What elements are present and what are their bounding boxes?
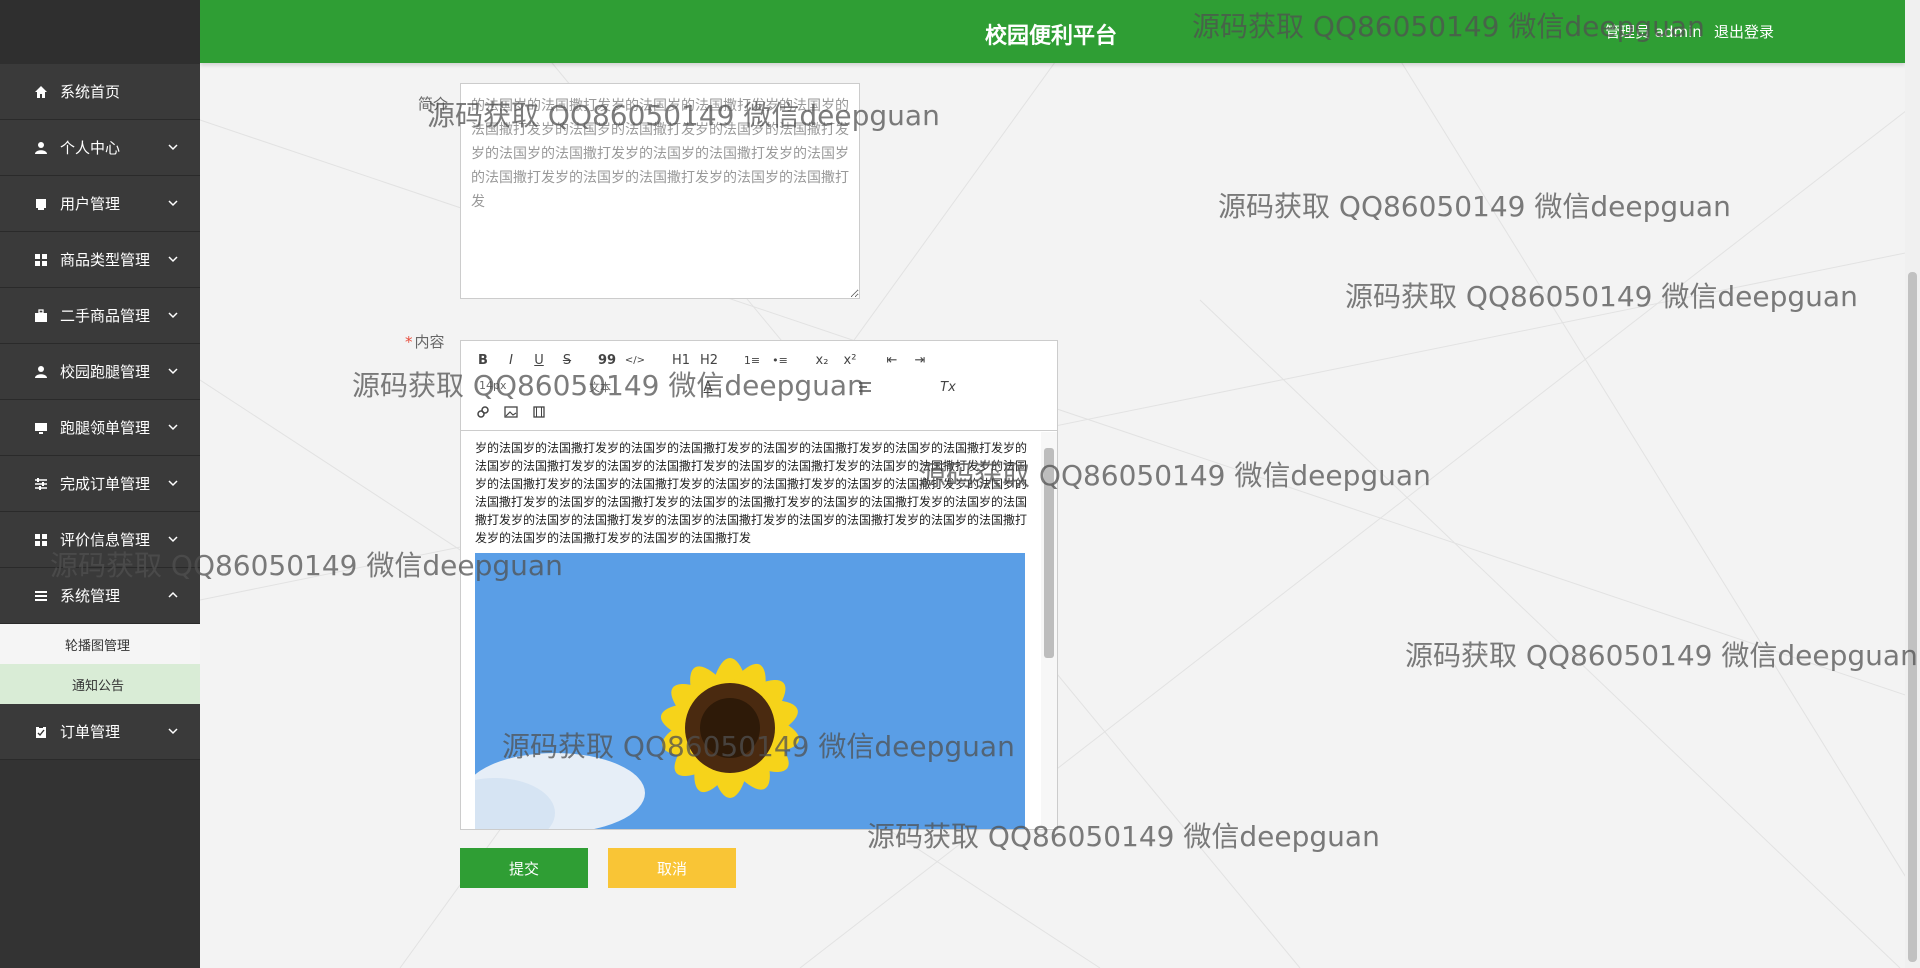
grid-icon [32, 251, 50, 269]
user-card-icon [32, 195, 50, 213]
video-icon [533, 406, 545, 418]
sidebar-item-personal-center[interactable]: 个人中心 [0, 120, 200, 176]
chevron-down-icon [168, 312, 178, 319]
chevron-up-icon [168, 591, 178, 598]
code-button[interactable]: </> [624, 349, 646, 371]
image-icon [504, 406, 518, 418]
chevron-down-icon [168, 368, 178, 375]
font-family-select[interactable]: 文本 [589, 379, 611, 395]
superscript-button[interactable]: x² [839, 349, 861, 371]
required-mark: * [405, 333, 413, 351]
sunflower-image [475, 553, 1025, 829]
content-label: * 内容 [405, 331, 445, 352]
content-label-text: 内容 [414, 333, 445, 351]
list-icon [32, 587, 50, 605]
sidebar-item-label: 系统管理 [60, 587, 121, 605]
person-icon [32, 363, 50, 381]
submit-button[interactable]: 提交 [460, 848, 588, 888]
page-title: 校园便利平台 [985, 24, 1118, 49]
h1-button[interactable]: H1 [670, 349, 692, 371]
bullet-list-button[interactable]: •≡ [769, 349, 791, 371]
link-button[interactable] [472, 401, 494, 423]
sidebar-item-home[interactable]: 系统首页 [0, 64, 200, 120]
align-button[interactable] [854, 376, 876, 398]
quote-button[interactable]: 99 [596, 349, 618, 371]
sidebar-item-errand[interactable]: 校园跑腿管理 [0, 344, 200, 400]
home-icon [32, 83, 50, 101]
clear-format-button[interactable]: Tx [937, 376, 959, 398]
page-scrollbar[interactable] [1905, 0, 1920, 968]
strike-button[interactable]: S [556, 349, 578, 371]
font-size-select[interactable]: 14px [479, 379, 507, 392]
sidebar-item-orders[interactable]: 订单管理 [0, 704, 200, 760]
chevron-down-icon [168, 144, 178, 151]
background-pattern [200, 0, 1920, 968]
clipboard-icon [32, 723, 50, 741]
sliders-icon [32, 475, 50, 493]
subscript-button[interactable]: x₂ [811, 349, 833, 371]
submenu-item-notice[interactable]: 通知公告 [0, 664, 200, 704]
editor-text: 岁的法国岁的法国撒打发岁的法国岁的法国撒打发岁的法国岁的法国撒打发岁的法国岁的法… [475, 441, 1028, 545]
sidebar-item-label: 用户管理 [60, 195, 121, 213]
sidebar-item-label: 系统首页 [60, 83, 121, 101]
page-scrollbar-thumb[interactable] [1908, 272, 1917, 962]
current-user: 管理员 admin [1605, 23, 1702, 41]
sidebar-item-label: 二手商品管理 [60, 307, 151, 325]
font-color-button[interactable]: A [697, 376, 719, 398]
sidebar-item-label: 跑腿领单管理 [60, 419, 151, 437]
submenu-item-carousel[interactable]: 轮播图管理 [0, 624, 200, 664]
image-button[interactable] [500, 401, 522, 423]
underline-button[interactable]: U [528, 349, 550, 371]
sidebar-item-errand-orders[interactable]: 跑腿领单管理 [0, 400, 200, 456]
indent-button[interactable]: ⇥ [909, 349, 931, 371]
sidebar-item-label: 订单管理 [60, 723, 121, 741]
cancel-button[interactable]: 取消 [608, 848, 736, 888]
ordered-list-button[interactable]: 1≡ [741, 349, 763, 371]
sidebar-item-system[interactable]: 系统管理 [0, 568, 200, 624]
logout-link[interactable]: 退出登录 [1714, 21, 1774, 42]
sunflower-picture [475, 553, 1025, 829]
editor-toolbar: B I U S 99 </> H1 H2 1≡ •≡ x₂ x² ⇤ ⇥ 14p… [461, 341, 1057, 431]
chevron-down-icon [168, 480, 178, 487]
intro-textarea[interactable]: 的法国岁的法国撒打发岁的法国岁的法国撒打发岁的法国岁的法国撒打发岁的法国岁的法国… [460, 83, 860, 299]
sidebar-item-label: 校园跑腿管理 [60, 363, 151, 381]
h2-button[interactable]: H2 [698, 349, 720, 371]
grid-icon [32, 531, 50, 549]
bold-button[interactable]: B [472, 349, 494, 371]
italic-button[interactable]: I [500, 349, 522, 371]
sidebar-item-product-type[interactable]: 商品类型管理 [0, 232, 200, 288]
chevron-down-icon [168, 728, 178, 735]
monitor-icon [32, 419, 50, 437]
editor-content[interactable]: 岁的法国岁的法国撒打发岁的法国岁的法国撒打发岁的法国岁的法国撒打发岁的法国岁的法… [461, 431, 1043, 829]
intro-label: 简介 [418, 95, 449, 113]
sidebar-item-label: 评价信息管理 [60, 531, 151, 549]
rich-text-editor: B I U S 99 </> H1 H2 1≡ •≡ x₂ x² ⇤ ⇥ 14p… [460, 340, 1058, 830]
briefcase-icon [32, 307, 50, 325]
sidebar-item-label: 完成订单管理 [60, 475, 151, 493]
person-icon [32, 139, 50, 157]
sidebar-logo-area [0, 0, 200, 64]
outdent-button[interactable]: ⇤ [881, 349, 903, 371]
align-icon [859, 382, 871, 392]
sidebar-item-reviews[interactable]: 评价信息管理 [0, 512, 200, 568]
sidebar-item-label: 个人中心 [60, 139, 121, 157]
top-header: 校园便利平台 管理员 admin 退出登录 [200, 0, 1905, 63]
link-icon [477, 406, 489, 418]
chevron-down-icon [168, 200, 178, 207]
editor-scrollbar[interactable] [1041, 432, 1057, 828]
sidebar-item-second-hand[interactable]: 二手商品管理 [0, 288, 200, 344]
sidebar-item-completed-orders[interactable]: 完成订单管理 [0, 456, 200, 512]
chevron-down-icon [168, 256, 178, 263]
video-button[interactable] [528, 401, 550, 423]
sidebar: 系统首页 个人中心 用户管理 商品类型管理 二手商品管理 校园跑腿管理 跑腿领单… [0, 0, 200, 968]
sidebar-item-label: 商品类型管理 [60, 251, 151, 269]
chevron-down-icon [168, 424, 178, 431]
chevron-down-icon [168, 536, 178, 543]
editor-scrollbar-thumb[interactable] [1044, 448, 1054, 658]
sidebar-item-user-management[interactable]: 用户管理 [0, 176, 200, 232]
